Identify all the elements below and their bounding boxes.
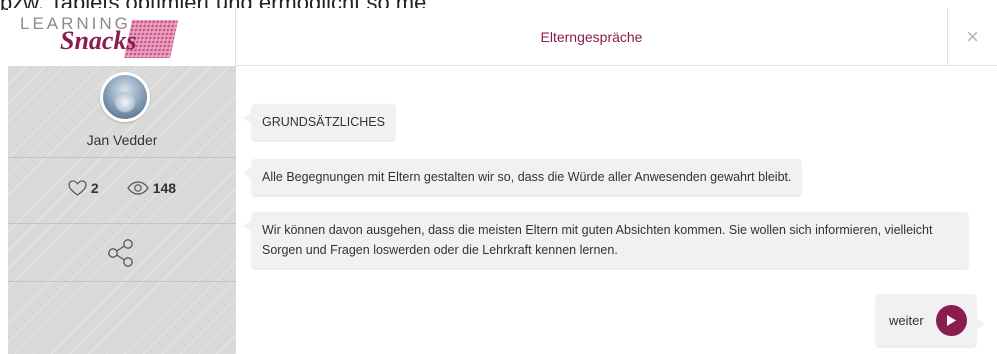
continue-button[interactable]: weiter <box>876 294 985 346</box>
close-icon: × <box>966 24 979 49</box>
author-section: Jan Vedder <box>8 66 236 158</box>
likes-count: 2 <box>90 180 99 196</box>
chat-message: GRUNDSÄTZLICHES <box>243 104 395 140</box>
share-icon[interactable] <box>106 238 136 268</box>
eye-icon <box>126 181 149 195</box>
chat-message: Alle Begegnungen mit Eltern gestalten wi… <box>242 159 802 195</box>
avatar-image <box>114 91 136 113</box>
views-count: 148 <box>152 180 177 196</box>
close-button[interactable]: × <box>947 8 997 66</box>
play-icon <box>935 304 967 336</box>
header-bar: LEARNING Snacks Elterngespräche × <box>8 8 997 66</box>
author-name[interactable]: Jan Vedder <box>8 132 236 148</box>
stats-section: 2 148 <box>8 158 236 224</box>
heart-icon <box>68 180 87 196</box>
likes-stat[interactable]: 2 <box>68 180 99 196</box>
sidebar: Jan Vedder 2 148 <box>8 66 236 354</box>
share-section <box>8 224 236 282</box>
continue-label: weiter <box>889 312 924 328</box>
chat-area: GRUNDSÄTZLICHES Alle Begegnungen mit Elt… <box>236 66 997 354</box>
views-stat: 148 <box>126 180 177 196</box>
logo-snacks-text: Snacks <box>60 26 137 55</box>
learning-snacks-logo: LEARNING Snacks <box>8 8 236 66</box>
page-title: Elterngespräche <box>540 29 643 45</box>
avatar[interactable] <box>100 72 150 122</box>
chat-message: Wir können davon ausgehen, dass die meis… <box>243 212 968 268</box>
